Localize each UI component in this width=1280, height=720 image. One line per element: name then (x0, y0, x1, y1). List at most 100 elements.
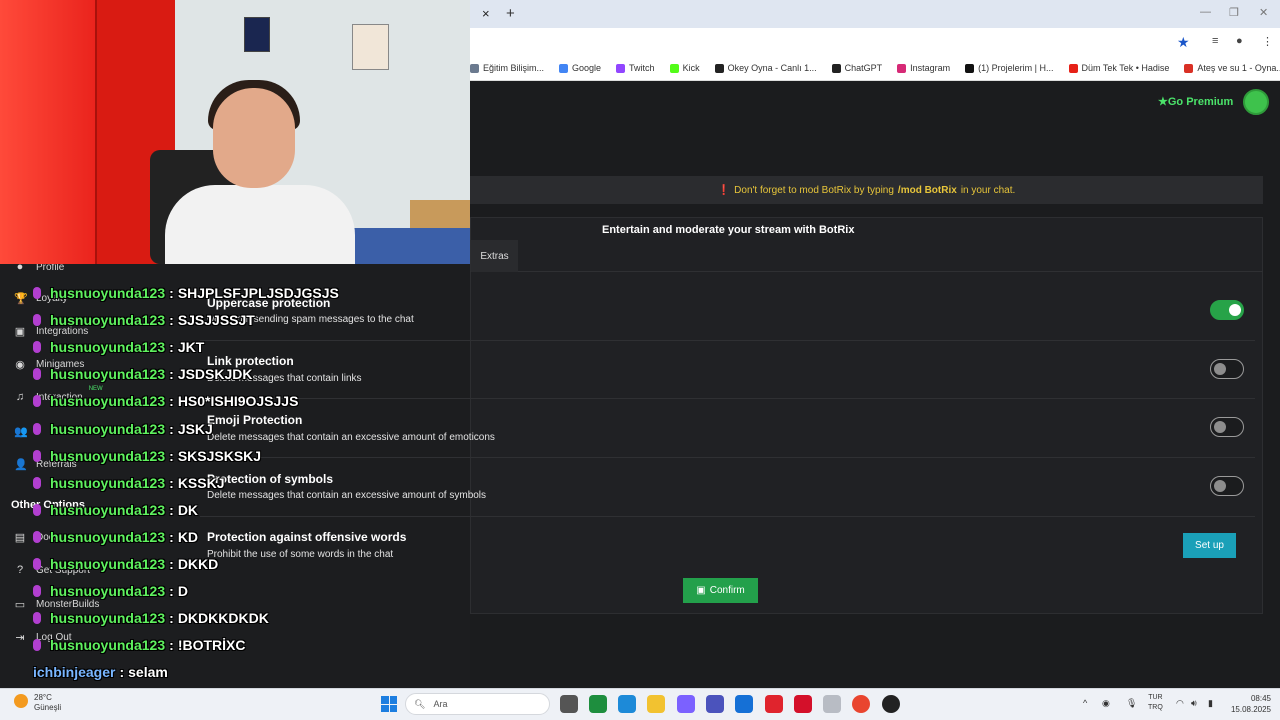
app-red-icon[interactable] (765, 695, 783, 713)
avatar[interactable] (1243, 89, 1269, 115)
language-indicator[interactable]: TUR TRQ (1148, 693, 1163, 713)
microphone-badge-icon (33, 639, 41, 652)
chat-separator: : (169, 528, 174, 545)
clock[interactable]: 08:45 15.08.2025 (1227, 693, 1271, 715)
chat-text: SHJPLSFJPLJSDJGSJS (177, 285, 339, 301)
chat-message: ichbinjeager: selam (33, 662, 168, 682)
chat-text: DKDKKDKDK (177, 610, 269, 627)
chat-message: husnuoyunda123: JKT (33, 337, 204, 357)
chat-message: husnuoyunda123: DKDKKDKDK (33, 608, 269, 628)
chat-text: JSDSKJDK (177, 366, 253, 383)
tabs-row (470, 240, 1263, 272)
link-protection-toggle[interactable] (1210, 359, 1244, 379)
chat-username: husnuoyunda123 (50, 583, 166, 600)
new-tab-icon[interactable]: + (506, 5, 515, 22)
store-icon[interactable] (735, 695, 753, 713)
symbols-protection-toggle[interactable] (1210, 476, 1244, 496)
emoji-protection-toggle[interactable] (1210, 417, 1244, 437)
xbox-icon[interactable] (589, 695, 607, 713)
chat-message: husnuoyunda123: JSDSKJDK (33, 364, 253, 384)
bookmark-item[interactable]: Ateş ve su 1 - Oyna... (1184, 63, 1280, 73)
microphone-icon[interactable]: 🎙︎ (1126, 698, 1137, 709)
bookmark-item[interactable]: (1) Projelerim | H... (965, 63, 1054, 73)
weather-widget[interactable]: 28°C Güneşli (34, 693, 61, 713)
chat-separator: : (169, 447, 174, 464)
bookmark-item[interactable]: Eğitim Bilişim... (470, 63, 544, 73)
option-desc: Delete messages that contain an excessiv… (207, 432, 495, 443)
taskbar (0, 688, 1280, 720)
app-red2-icon[interactable] (794, 695, 812, 713)
chat-message: husnuoyunda123: DKKD (33, 554, 218, 574)
chat-text: JKT (177, 339, 205, 356)
uppercase-protection-toggle[interactable] (1210, 300, 1244, 320)
app-gray-icon[interactable] (823, 695, 841, 713)
row-divider (200, 516, 1255, 517)
chat-separator: : (169, 366, 174, 383)
chat-username: husnuoyunda123 (50, 556, 166, 572)
chat-username: husnuoyunda123 (50, 637, 166, 654)
confirm-button[interactable]: ▣ Confirm (683, 578, 758, 603)
folder-icon[interactable] (647, 695, 665, 713)
setup-button[interactable]: Set up (1183, 533, 1236, 558)
chat-text: JSKJ (177, 420, 213, 437)
microphone-badge-icon (33, 585, 41, 598)
help-icon: ? (16, 564, 24, 576)
chat-message: husnuoyunda123: DK (33, 500, 198, 520)
bookmark-item[interactable]: Kick (669, 63, 700, 73)
row-divider (200, 340, 1255, 341)
microphone-badge-icon (33, 612, 41, 625)
go-premium-button[interactable]: ★Go Premium (1158, 95, 1233, 108)
menu-icon[interactable]: ⋮ (1262, 35, 1273, 48)
start-icon[interactable] (381, 696, 397, 712)
chat-separator: : (169, 556, 174, 572)
weather-icon[interactable] (14, 694, 28, 708)
logout-icon: ⇥ (15, 632, 25, 644)
minimize-icon[interactable]: — (1200, 6, 1211, 18)
volume-icon[interactable]: 🔊︎ (1191, 698, 1197, 709)
bookmark-favicon-icon (831, 63, 841, 73)
card-title: Entertain and moderate your stream with … (602, 224, 855, 236)
teams-icon[interactable] (706, 695, 724, 713)
tab-extras[interactable]: Extras (471, 240, 518, 272)
notice-suffix: in your chat. (960, 184, 1016, 196)
microphone-badge-icon (33, 558, 41, 570)
bookmark-item[interactable]: ChatGPT (831, 63, 882, 73)
microphone-badge-icon (33, 449, 41, 462)
chat-separator: : (169, 474, 174, 491)
bookmark-item[interactable]: Düm Tek Tek • Hadise (1068, 63, 1169, 73)
chat-username: husnuoyunda123 (50, 420, 166, 437)
extensions-icon[interactable]: ≡ (1212, 35, 1218, 47)
task-view-icon[interactable] (560, 695, 578, 713)
bookmark-favicon-icon (669, 63, 679, 73)
bookmark-item[interactable]: Google (559, 63, 601, 73)
chevron-up-icon[interactable]: ^ (1083, 698, 1087, 708)
copilot-icon[interactable] (677, 695, 695, 713)
taskbar-search[interactable]: 🔍︎ Ara (405, 693, 550, 715)
chat-message: husnuoyunda123: SKSJSKSKJ (33, 446, 261, 466)
bookmark-favicon-icon (965, 63, 975, 73)
chat-username: husnuoyunda123 (50, 339, 166, 356)
chat-text: KD (177, 528, 199, 545)
bookmark-item[interactable]: Instagram (897, 63, 950, 73)
wifi-icon[interactable]: ◠ (1176, 698, 1184, 709)
microphone-badge-icon (33, 476, 41, 489)
capcut-icon[interactable] (882, 695, 900, 713)
close-window-icon[interactable]: ✕ (1259, 6, 1268, 19)
maximize-icon[interactable]: ❐ (1229, 6, 1239, 19)
chat-text: selam (128, 664, 168, 681)
bookmark-star-icon[interactable]: ★ (1177, 34, 1190, 51)
chat-message: husnuoyunda123: SHJPLSFJPLJSDJGSJS (33, 283, 339, 303)
chrome-icon[interactable] (852, 695, 870, 713)
tray-app-icon[interactable]: ◉ (1102, 698, 1110, 709)
battery-icon[interactable]: ▮ (1208, 698, 1213, 709)
edge-icon[interactable] (618, 695, 636, 713)
chat-username: husnuoyunda123 (50, 393, 166, 410)
chat-message: husnuoyunda123: JSKJ (33, 419, 213, 439)
chat-username: ichbinjeager (33, 664, 116, 681)
bookmark-item[interactable]: Twitch (616, 63, 655, 73)
bookmark-item[interactable]: Okey Oyna - Canlı 1... (714, 63, 817, 73)
tab-close-icon[interactable]: × (482, 6, 490, 21)
notice-text: Don't forget to mod BotRix by typing (734, 184, 894, 196)
chat-username: husnuoyunda123 (50, 366, 166, 383)
profile-icon[interactable]: ● (1236, 35, 1243, 47)
